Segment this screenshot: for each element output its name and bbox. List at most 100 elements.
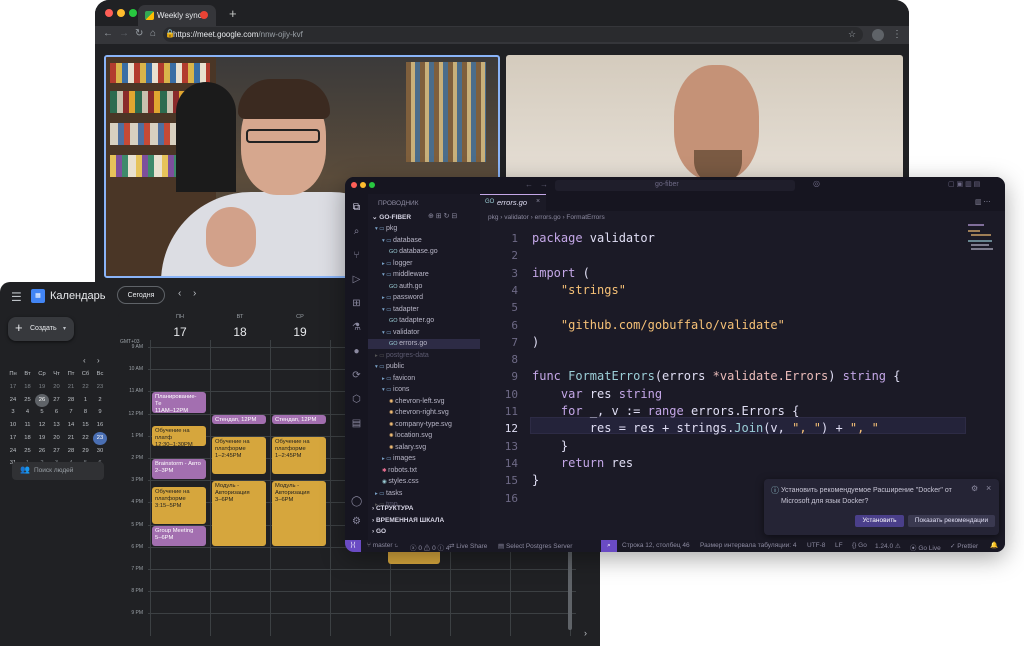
new-tab-button[interactable]: + (229, 6, 237, 21)
problems-status[interactable]: ⓧ 0 ⚠ 0 ⓘ 4 (410, 542, 449, 552)
mini-day[interactable]: 8 (79, 406, 93, 419)
mini-day[interactable]: 27 (50, 445, 64, 458)
tree-item-robots-txt[interactable]: ✱ robots.txt (368, 466, 480, 476)
today-button[interactable]: Сегодня (117, 286, 165, 304)
indentation-status[interactable]: Размер интервала табуляции: 4 (700, 542, 796, 549)
mini-day[interactable]: 23 (93, 381, 107, 394)
tree-item-icons[interactable]: ▾ ▭ icons (368, 385, 480, 395)
mini-day[interactable]: 3 (6, 406, 20, 419)
docker-icon[interactable]: ⬡ (351, 394, 362, 405)
back-icon[interactable]: ← (103, 28, 113, 39)
go-live-status[interactable]: ⦿ Go Live (910, 542, 941, 552)
remote-icon[interactable]: ⟳ (351, 370, 362, 381)
nav-forward-icon[interactable]: → (540, 180, 548, 189)
copilot-icon[interactable]: ◎ (813, 179, 820, 188)
mini-day[interactable]: 24 (6, 394, 20, 407)
browser-menu-icon[interactable]: ⋮ (892, 29, 902, 40)
next-week-icon[interactable]: › (193, 288, 196, 299)
mini-day[interactable]: 4 (21, 406, 35, 419)
mini-day[interactable]: 21 (64, 381, 78, 394)
tree-item-auth-go[interactable]: GO auth.go (368, 282, 480, 292)
mini-day[interactable]: 27 (50, 394, 64, 407)
code-line[interactable]: func FormatErrors(errors *validate.Error… (532, 368, 900, 385)
mini-day[interactable]: 24 (6, 445, 20, 458)
day-number[interactable]: 19 (270, 325, 330, 339)
tree-item-pkg[interactable]: ▾ ▭ pkg (368, 224, 480, 234)
profile-avatar[interactable] (872, 29, 884, 41)
account-icon[interactable]: ◯ (351, 496, 362, 507)
mini-day[interactable]: 15 (79, 419, 93, 432)
code-line[interactable]: } (532, 472, 539, 489)
tree-item-postgres-data[interactable]: ▸ ▭ postgres-data (368, 351, 480, 361)
calendar-event[interactable]: Group Meeting 5–6PM (152, 525, 206, 546)
tree-item-tasks[interactable]: ▸ ▭ tasks (368, 489, 480, 499)
go-version-status[interactable]: 1.24.0 ⚠ (875, 542, 901, 550)
sidebar-section[interactable]: › ВРЕМЕННАЯ ШКАЛА (372, 516, 444, 526)
database-icon[interactable]: ▤ (351, 418, 362, 429)
browser-tab-weekly-sync[interactable]: Weekly sync (138, 5, 216, 26)
breadcrumb-item[interactable]: validator (504, 214, 529, 221)
language-status[interactable]: {} Go (852, 542, 867, 549)
calendar-event[interactable]: Обучение на платформе 3:15–5PM (152, 486, 206, 524)
split-editor-icon[interactable]: ▥ ⋯ (975, 198, 991, 206)
bookmark-star-icon[interactable]: ☆ (848, 29, 856, 40)
home-icon[interactable]: ⌂ (150, 28, 156, 39)
breadcrumb-item[interactable]: pkg (488, 214, 498, 221)
calendar-event[interactable]: Модуль - Авторизация 3–6PM (272, 481, 326, 546)
vs-close-dot[interactable] (351, 182, 357, 188)
mini-day[interactable]: 22 (79, 432, 93, 445)
prettier-status[interactable]: ✓ Prettier (950, 542, 978, 550)
maximize-window-dot[interactable] (129, 9, 137, 17)
code-line[interactable]: res = res + strings.Join(v, ", ") + ", " (532, 420, 879, 437)
tree-item-location-svg[interactable]: ✺ location.svg (368, 431, 480, 441)
minimize-window-dot[interactable] (117, 9, 125, 17)
mini-day[interactable]: 18 (21, 432, 35, 445)
remote-indicator-icon[interactable]: ⟩⟨ (345, 540, 361, 552)
mini-day[interactable]: 28 (64, 394, 78, 407)
mini-day[interactable]: 20 (50, 432, 64, 445)
search-icon[interactable]: ⌕ (351, 226, 362, 237)
command-center[interactable]: go-fiber (555, 180, 795, 191)
reload-icon[interactable]: ↻ (135, 28, 143, 39)
project-root[interactable]: ⌄ GO-FIBER (372, 213, 411, 221)
mini-day[interactable]: 2 (93, 394, 107, 407)
tree-item-validator[interactable]: ▾ ▭ validator (368, 328, 480, 338)
forward-icon[interactable]: → (119, 28, 129, 39)
mini-day[interactable]: 6 (50, 406, 64, 419)
tree-item-logger[interactable]: ▸ ▭ logger (368, 259, 480, 269)
mini-day[interactable]: 13 (50, 419, 64, 432)
install-button[interactable]: Установить (855, 515, 904, 527)
mini-day[interactable]: 29 (79, 445, 93, 458)
calendar-event[interactable]: Стендап, 12PM (272, 414, 326, 424)
mini-next-icon[interactable]: › (97, 356, 100, 365)
tree-item-password[interactable]: ▸ ▭ password (368, 293, 480, 303)
mini-day[interactable]: 25 (21, 445, 35, 458)
live-share-status[interactable]: ⇄ Live Share (449, 542, 487, 550)
mini-day[interactable]: 18 (21, 381, 35, 394)
calendar-event[interactable]: Обучение на платф 12:30–1:30PM (152, 425, 206, 446)
tab-errors-go[interactable]: GO errors.go × (480, 194, 546, 211)
postgres-status[interactable]: ▤ Select Postgres Server (498, 542, 572, 550)
run-debug-icon[interactable]: ▷ (351, 274, 362, 285)
toast-settings-icon[interactable]: ⚙ (971, 484, 978, 493)
code-line[interactable]: ) (532, 334, 539, 351)
code-line[interactable]: "github.com/gobuffalo/validate" (532, 317, 785, 334)
create-button[interactable]: + Создать ▾ (8, 317, 74, 341)
tree-item-tadapter-go[interactable]: GO tadapter.go (368, 316, 480, 326)
settings-gear-icon[interactable]: ⚙ (351, 516, 362, 527)
tree-item-styles-css[interactable]: ◉ styles.css (368, 477, 480, 487)
encoding-status[interactable]: UTF-8 (807, 542, 825, 549)
mini-day[interactable]: 28 (64, 445, 78, 458)
mini-day[interactable]: 12 (35, 419, 49, 432)
code-line[interactable]: package validator (532, 230, 655, 247)
breadcrumb-item[interactable]: errors.go (535, 214, 561, 221)
tree-item-public[interactable]: ▾ ▭ public (368, 362, 480, 372)
tree-item-database[interactable]: ▾ ▭ database (368, 236, 480, 246)
mini-day[interactable]: 17 (6, 432, 20, 445)
mini-prev-icon[interactable]: ‹ (83, 356, 86, 365)
vs-minimize-dot[interactable] (360, 182, 366, 188)
mini-day[interactable]: 10 (6, 419, 20, 432)
tree-item-database-go[interactable]: GO database.go (368, 247, 480, 257)
close-window-dot[interactable] (105, 9, 113, 17)
sidebar-section[interactable]: › GO (372, 527, 386, 537)
